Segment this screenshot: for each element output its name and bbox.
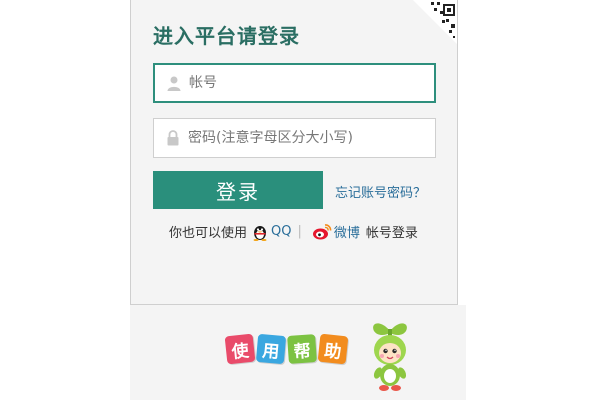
username-input[interactable] bbox=[189, 75, 429, 91]
username-field[interactable] bbox=[153, 63, 436, 103]
user-icon bbox=[165, 74, 183, 92]
help-tile: 使 bbox=[224, 333, 256, 365]
help-area: 使 用 帮 助 bbox=[130, 305, 466, 400]
mascot-icon bbox=[366, 317, 414, 399]
weibo-icon[interactable] bbox=[312, 223, 332, 241]
forgot-password-link[interactable]: 忘记账号密码？ bbox=[335, 182, 426, 201]
qq-penguin-icon[interactable] bbox=[251, 223, 269, 241]
lock-icon bbox=[164, 129, 182, 147]
help-tile: 用 bbox=[255, 333, 287, 365]
qr-code-icon[interactable] bbox=[413, 0, 457, 44]
help-tile: 帮 bbox=[287, 334, 317, 364]
alt-login-prefix: 你也可以使用 bbox=[169, 226, 248, 241]
alt-login-suffix: 帐号登录 bbox=[365, 226, 418, 241]
help-tile: 助 bbox=[317, 333, 349, 365]
alt-login-row: 你也可以使用 QQ | 微博 帐号登录 bbox=[169, 222, 418, 241]
login-button[interactable]: 登录 bbox=[153, 171, 323, 209]
help-button[interactable]: 使 用 帮 助 bbox=[224, 333, 350, 365]
login-panel: 进入平台请登录 登录 忘记账号密码？ 你也可以使用 QQ | bbox=[130, 0, 458, 305]
page-title: 进入平台请登录 bbox=[153, 24, 300, 48]
separator: | bbox=[297, 224, 302, 239]
weibo-login-link[interactable]: 微博 bbox=[334, 222, 360, 241]
password-field[interactable] bbox=[153, 118, 436, 158]
password-input[interactable] bbox=[188, 130, 428, 146]
qq-login-link[interactable]: QQ bbox=[271, 224, 291, 239]
